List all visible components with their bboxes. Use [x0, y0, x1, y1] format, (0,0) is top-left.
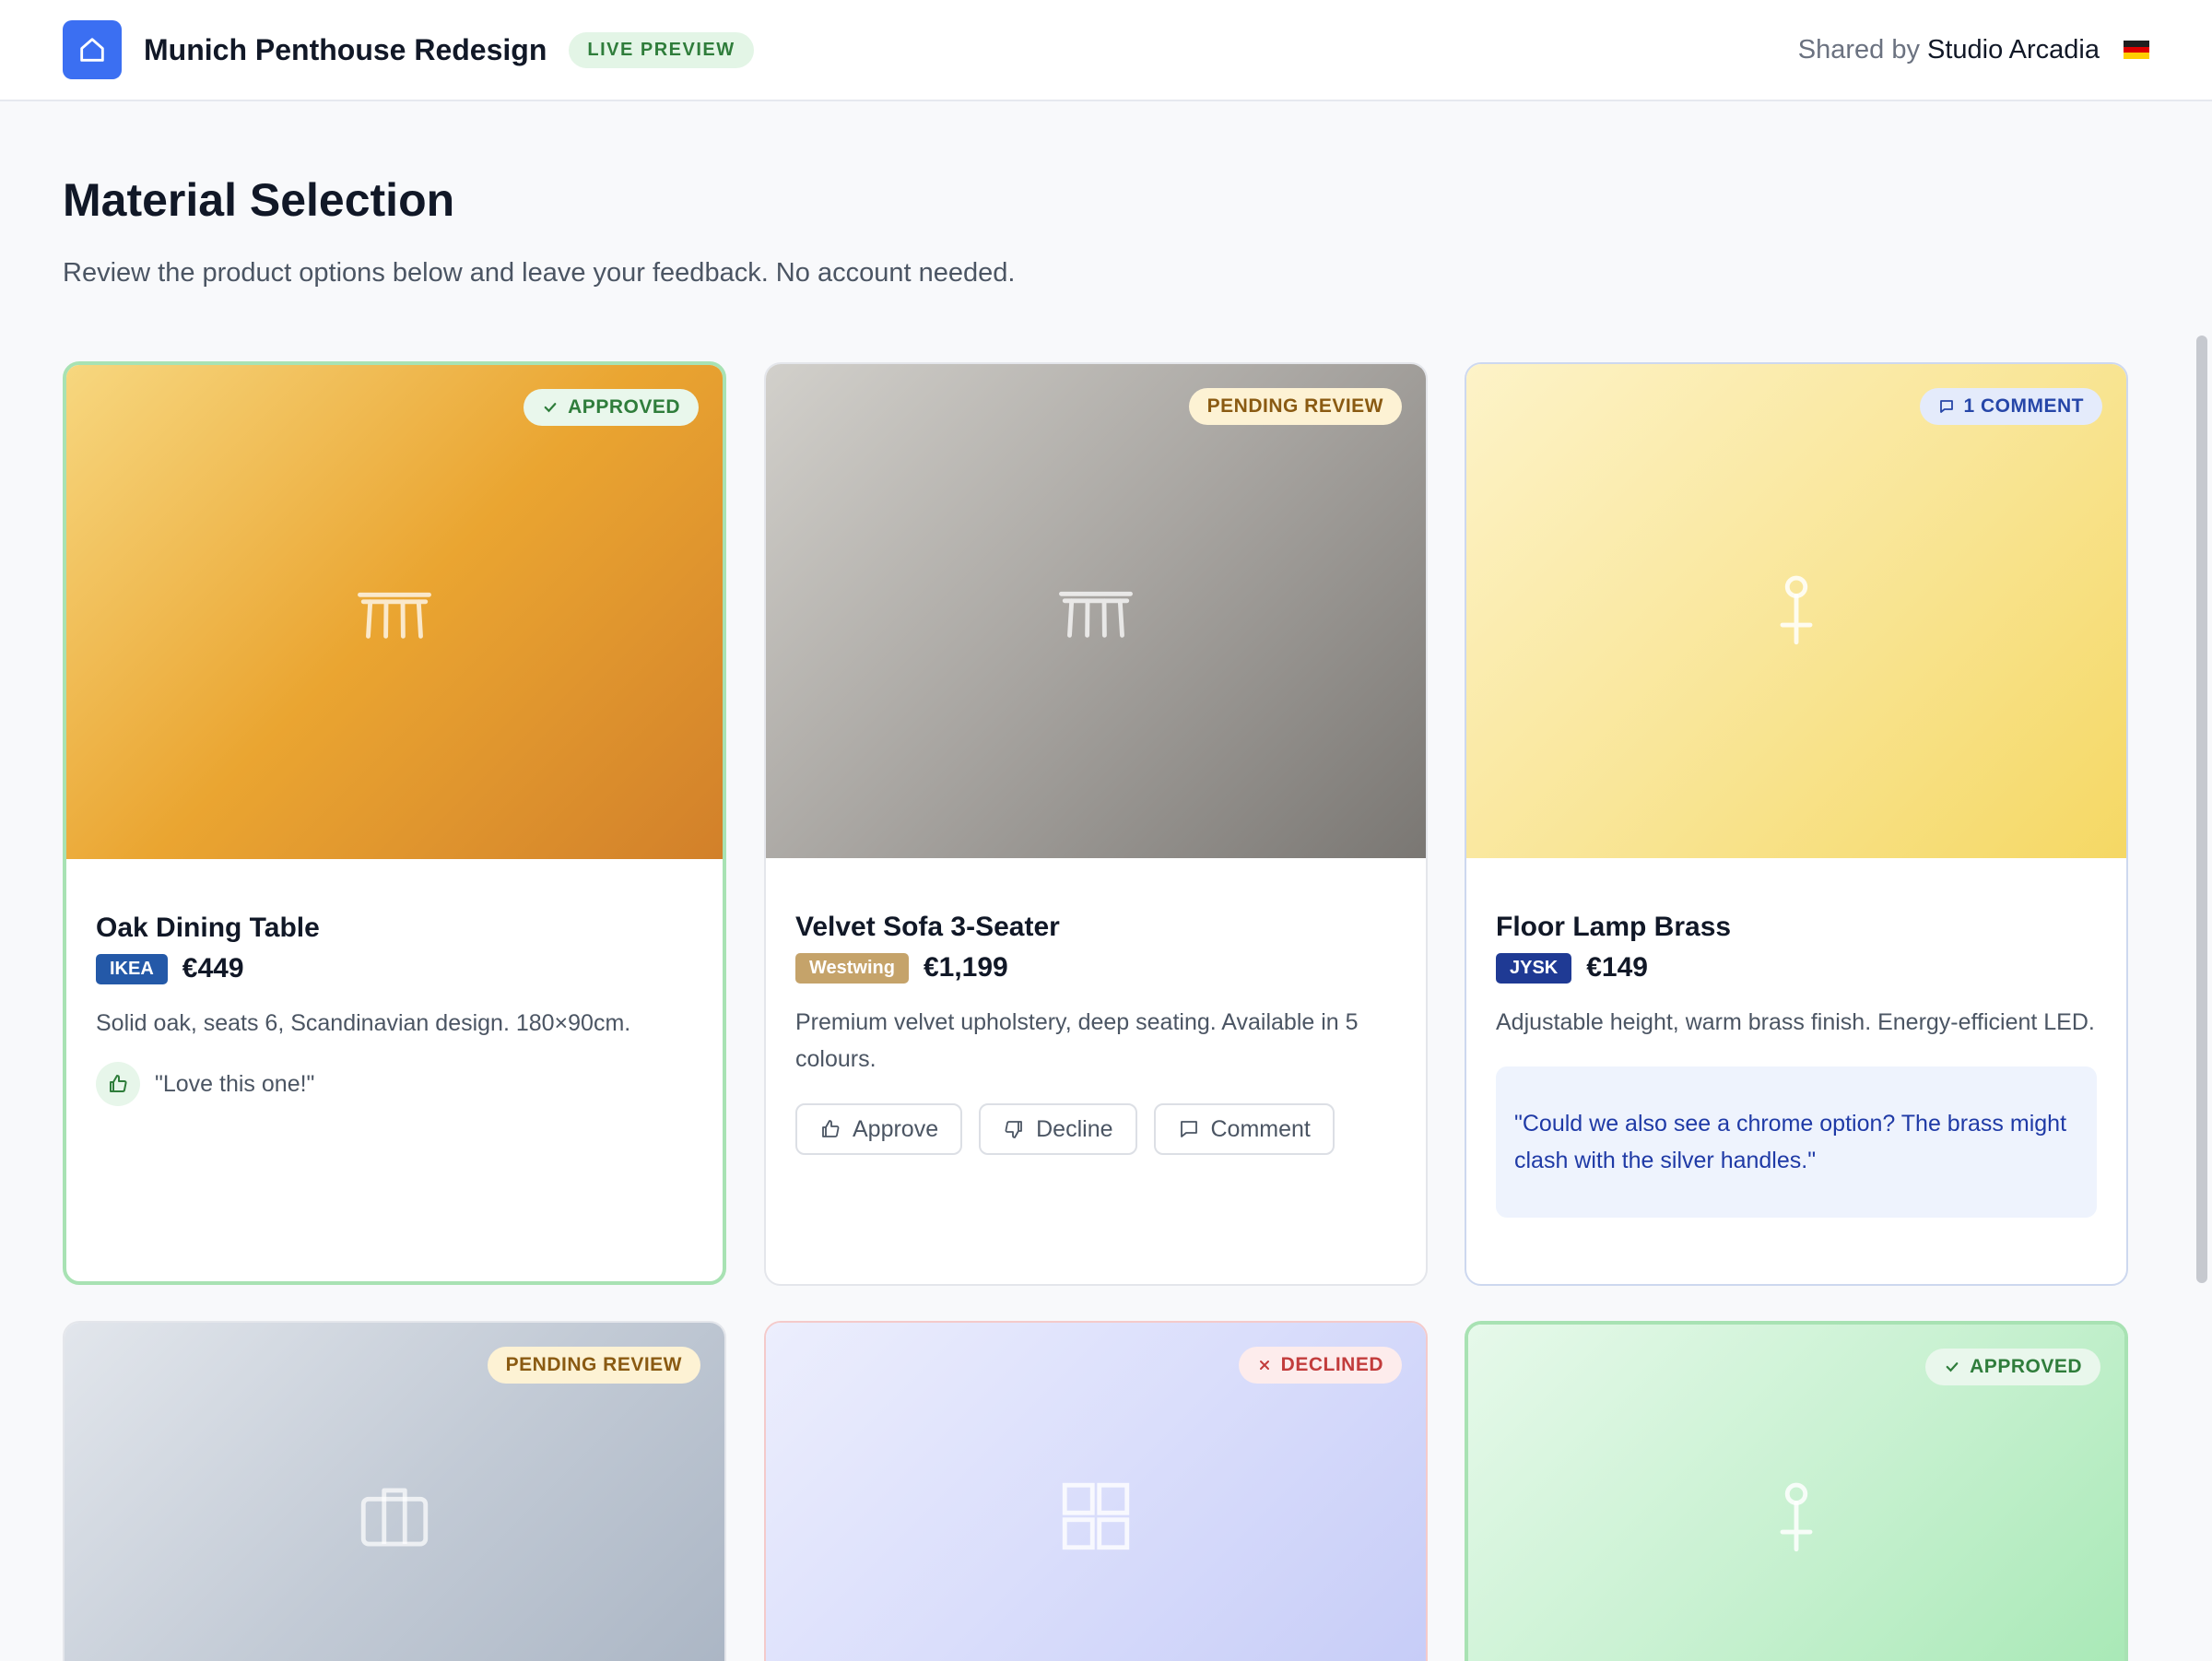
live-preview-badge: LIVE PREVIEW — [569, 31, 754, 68]
product-image: APPROVED — [1468, 1325, 2124, 1661]
product-name: Floor Lamp Brass — [1496, 912, 1732, 942]
status-label: PENDING REVIEW — [1206, 395, 1383, 417]
speech-bubble-icon — [1939, 400, 1953, 413]
thumbs-up-icon — [96, 1062, 140, 1106]
status-badge: PENDING REVIEW — [1188, 388, 1402, 425]
product-image: DECLINED — [766, 1323, 1426, 1661]
product-price: €1,199 — [923, 952, 1008, 983]
top-bar: Munich Penthouse Redesign LIVE PREVIEW S… — [0, 0, 2212, 101]
status-badge: 1 COMMENT — [1919, 388, 2102, 425]
status-badge: APPROVED — [524, 389, 699, 426]
grid-icon — [1062, 1482, 1130, 1550]
home-logo[interactable] — [63, 20, 122, 79]
table-icon — [358, 592, 431, 639]
product-card-oak-dining-table[interactable]: APPROVED Oak Dining Table IKEA €449 Soli… — [63, 361, 726, 1285]
briefcase-icon — [360, 1488, 429, 1547]
client-feedback: "Love this one!" — [96, 1062, 693, 1106]
lamp-icon — [1780, 575, 1813, 645]
vendor-badge: IKEA — [96, 953, 168, 984]
check-icon — [1946, 1362, 1959, 1372]
vendor-badge: JYSK — [1496, 952, 1572, 984]
shared-by-studio: Studio Arcadia — [1926, 34, 2100, 65]
product-image: PENDING REVIEW — [65, 1323, 724, 1661]
status-label: APPROVED — [568, 396, 680, 418]
product-description: Solid oak, seats 6, Scandinavian design.… — [96, 1010, 631, 1036]
product-image: PENDING REVIEW — [766, 364, 1426, 858]
status-label: PENDING REVIEW — [505, 1354, 682, 1375]
status-badge: DECLINED — [1238, 1347, 1402, 1384]
product-card-5[interactable]: DECLINED — [764, 1321, 1428, 1661]
table-icon — [1059, 591, 1133, 638]
status-label: APPROVED — [1970, 1356, 2082, 1377]
check-icon — [544, 403, 557, 413]
status-label: 1 COMMENT — [1963, 395, 2084, 417]
vendor-badge: Westwing — [795, 952, 909, 984]
comment-button[interactable]: Comment — [1153, 1103, 1335, 1155]
status-label: DECLINED — [1280, 1354, 1383, 1375]
product-image: 1 COMMENT — [1466, 364, 2126, 858]
status-badge: PENDING REVIEW — [487, 1347, 700, 1384]
project-title: Munich Penthouse Redesign — [144, 32, 547, 66]
germany-flag-icon — [2124, 41, 2149, 60]
product-name: Velvet Sofa 3-Seater — [795, 912, 1060, 942]
decline-button[interactable]: Decline — [979, 1103, 1137, 1155]
product-card-6[interactable]: APPROVED — [1465, 1321, 2128, 1661]
status-badge: APPROVED — [1925, 1349, 2100, 1385]
product-name: Oak Dining Table — [96, 913, 320, 943]
scrollbar-thumb[interactable] — [2196, 336, 2207, 1283]
comment-label: Comment — [1210, 1115, 1311, 1142]
page-title: Material Selection — [63, 174, 455, 226]
product-description: Premium velvet upholstery, deep seating.… — [795, 1009, 1359, 1072]
shared-by: Shared by Studio Arcadia — [1798, 35, 2149, 65]
speech-bubble-icon — [1180, 1121, 1197, 1137]
product-description: Adjustable height, warm brass finish. En… — [1496, 1009, 2095, 1035]
client-comment: "Could we also see a chrome option? The … — [1496, 1066, 2097, 1218]
product-price: €149 — [1586, 952, 1648, 983]
thumbs-down-icon — [1005, 1121, 1023, 1138]
approve-button[interactable]: Approve — [795, 1103, 963, 1155]
lamp-icon — [1780, 1482, 1813, 1552]
approve-label: Approve — [853, 1115, 939, 1142]
product-image: APPROVED — [66, 365, 723, 859]
product-card-velvet-sofa[interactable]: PENDING REVIEW Velvet Sofa 3-Seater West… — [764, 362, 1428, 1286]
x-icon — [1259, 1361, 1269, 1370]
home-icon — [80, 38, 104, 62]
thumbs-up-icon — [822, 1120, 840, 1137]
product-card-4[interactable]: PENDING REVIEW — [63, 1321, 726, 1661]
product-price: €449 — [182, 953, 244, 984]
page-subtitle: Review the product options below and lea… — [63, 258, 1016, 288]
shared-by-prefix: Shared by — [1797, 34, 1920, 65]
decline-label: Decline — [1036, 1115, 1113, 1142]
feedback-text: "Love this one!" — [155, 1070, 315, 1097]
product-card-floor-lamp[interactable]: 1 COMMENT Floor Lamp Brass JYSK €149 Adj… — [1465, 362, 2128, 1286]
